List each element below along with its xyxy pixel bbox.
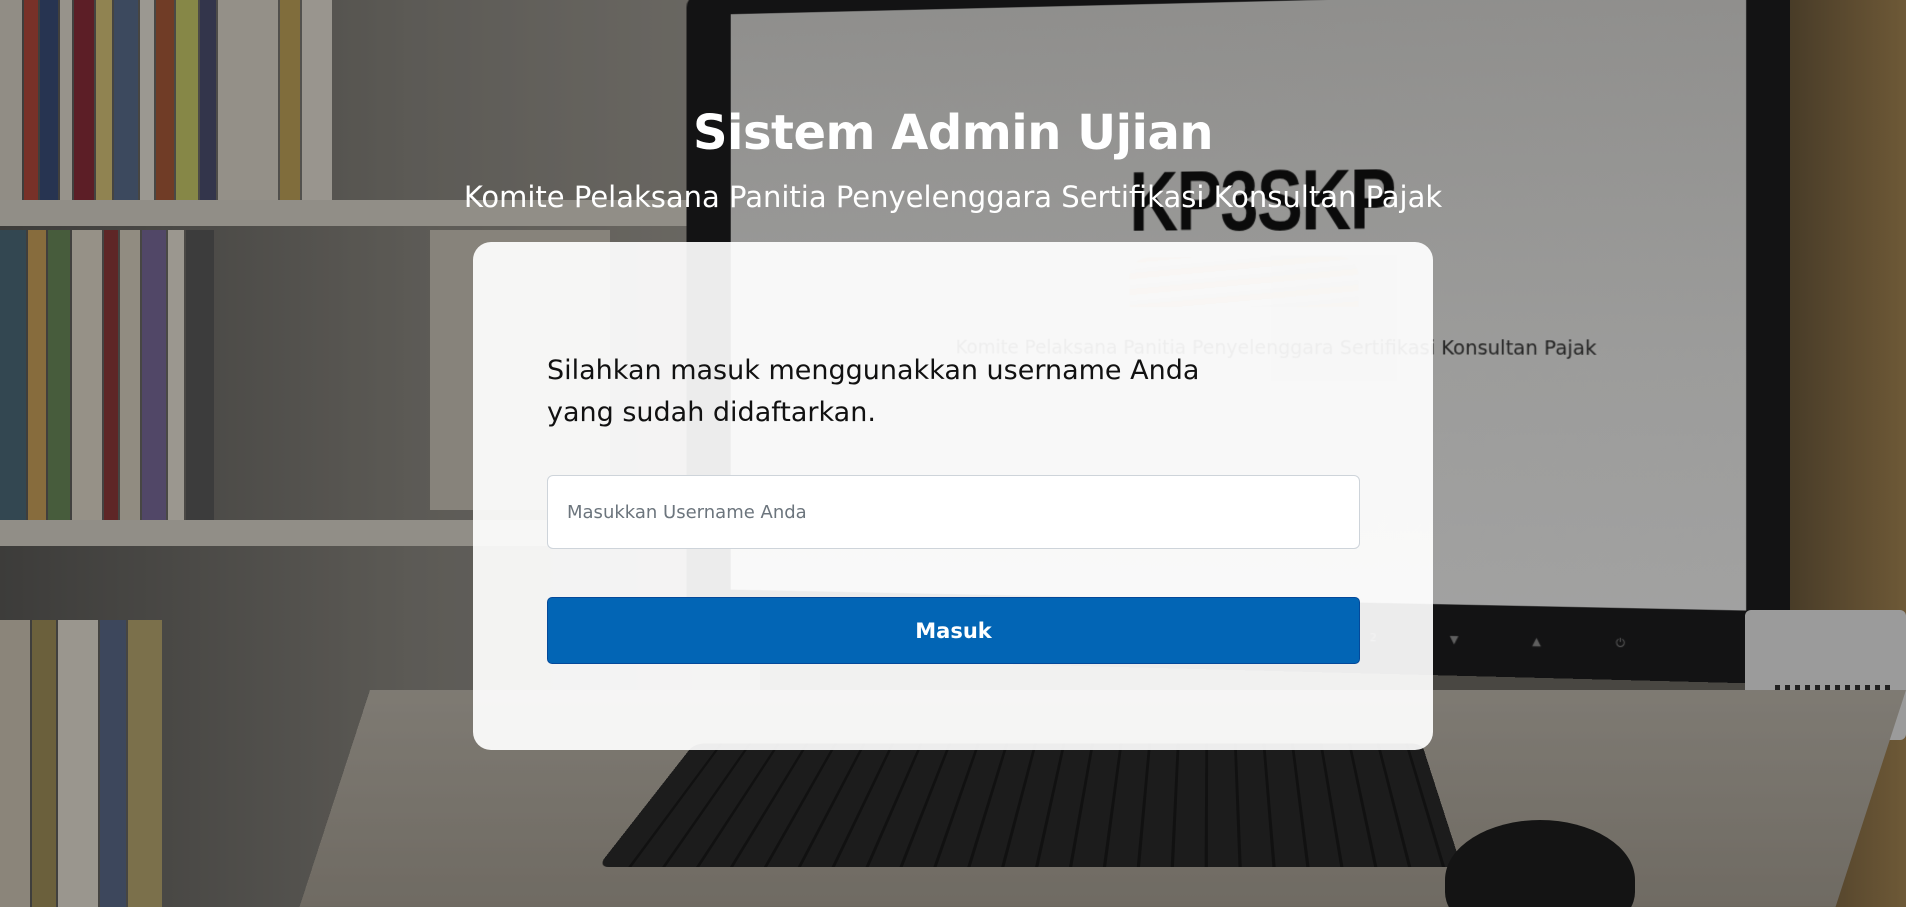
username-input[interactable] <box>547 475 1360 549</box>
page-subtitle: Komite Pelaksana Panitia Penyelenggara S… <box>0 180 1906 214</box>
login-button[interactable]: Masuk <box>547 597 1360 664</box>
page-title: Sistem Admin Ujian <box>0 105 1906 161</box>
login-instructions: Silahkan masuk menggunakkan username And… <box>547 350 1267 434</box>
login-card: Silahkan masuk menggunakkan username And… <box>473 242 1433 750</box>
